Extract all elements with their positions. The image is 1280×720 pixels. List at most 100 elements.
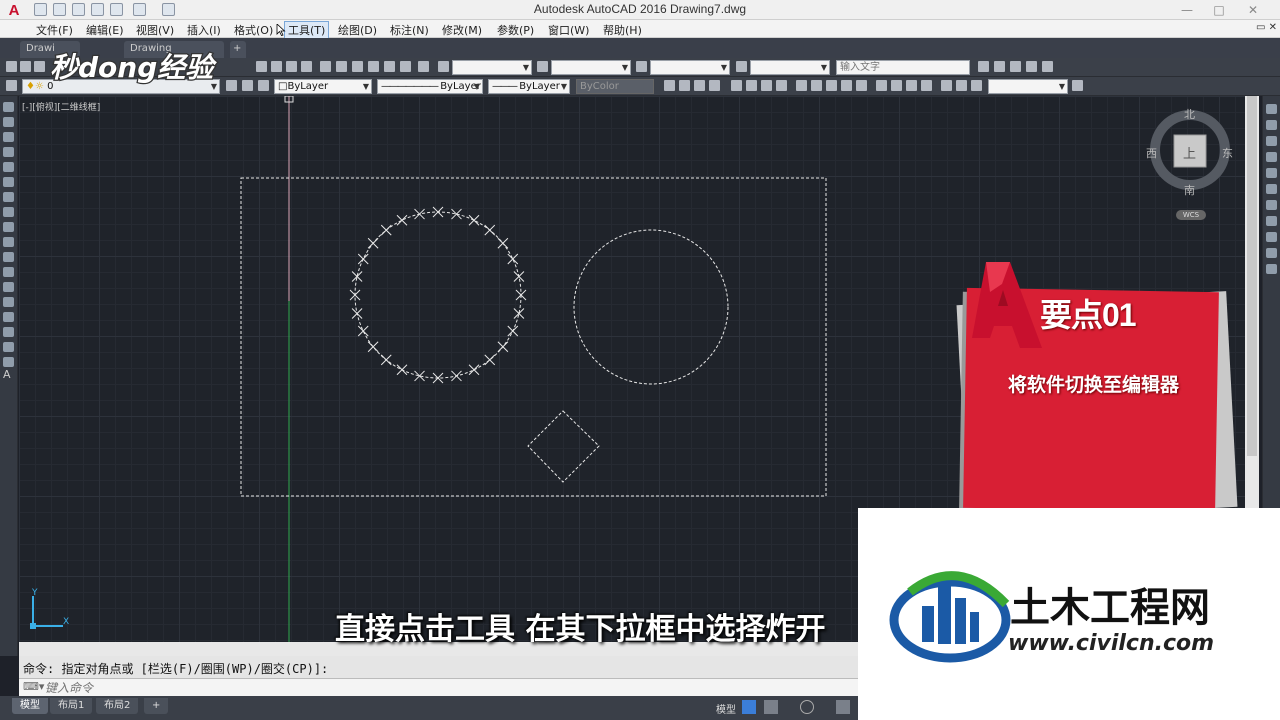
design-center-icon[interactable]: [336, 61, 347, 72]
model-space-button[interactable]: 模型: [716, 701, 736, 716]
command-prompt-icon[interactable]: ⌨▾: [23, 680, 44, 693]
dim-edit-icon[interactable]: [941, 80, 952, 91]
text-style-icon[interactable]: [438, 61, 449, 72]
help-icon[interactable]: [418, 61, 429, 72]
dim-ordinate-icon[interactable]: [709, 80, 720, 91]
layer-tool-icon[interactable]: [1042, 61, 1053, 72]
dim-arc-icon[interactable]: [694, 80, 705, 91]
scale-icon[interactable]: [1266, 216, 1277, 226]
dim-linear-icon[interactable]: [664, 80, 675, 91]
multileader-style-select[interactable]: ▼: [750, 60, 830, 75]
calculator-icon[interactable]: [400, 61, 411, 72]
polar-toggle-icon[interactable]: [800, 700, 814, 714]
dim-baseline-icon[interactable]: [811, 80, 822, 91]
command-input[interactable]: [45, 680, 845, 696]
dim-continue-icon[interactable]: [826, 80, 837, 91]
multiline-text-icon[interactable]: A: [3, 368, 11, 381]
add-layout-button[interactable]: +: [144, 698, 169, 714]
menu-format[interactable]: 格式(O): [234, 22, 273, 38]
viewcube-north[interactable]: 北: [1184, 106, 1195, 122]
new-icon[interactable]: [6, 61, 17, 72]
menu-edit[interactable]: 编辑(E): [86, 22, 124, 38]
stretch-icon[interactable]: [1266, 232, 1277, 242]
properties-icon[interactable]: [320, 61, 331, 72]
search-input[interactable]: [836, 60, 970, 75]
array-icon[interactable]: [1266, 168, 1277, 178]
close-button[interactable]: ✕: [1240, 2, 1266, 18]
restore-doc-icon[interactable]: ▭ ✕: [1256, 22, 1277, 33]
mirror-icon[interactable]: [1266, 136, 1277, 146]
menu-parametric[interactable]: 参数(P): [497, 22, 534, 38]
minimize-button[interactable]: —: [1174, 2, 1200, 18]
dim-update-icon[interactable]: [971, 80, 982, 91]
layer-tool-icon[interactable]: [1026, 61, 1037, 72]
copy-icon[interactable]: [1266, 120, 1277, 130]
text-style-select[interactable]: ▼: [452, 60, 532, 75]
arc-icon[interactable]: [3, 177, 14, 187]
dim-space-icon[interactable]: [841, 80, 852, 91]
viewcube[interactable]: 北 南 东 西 上: [1146, 106, 1233, 197]
rectangle-icon[interactable]: [3, 162, 14, 172]
workspace-icon[interactable]: [978, 61, 989, 72]
linetype-select[interactable]: ——————— ByLayer ▼: [377, 79, 483, 94]
tab-layout2[interactable]: 布局2: [96, 698, 139, 714]
wcs-menu[interactable]: WCS: [1176, 210, 1206, 220]
polygon-icon[interactable]: [3, 147, 14, 157]
extend-icon[interactable]: [1266, 264, 1277, 274]
viewcube-east[interactable]: 东: [1222, 145, 1233, 161]
inspect-icon[interactable]: [906, 80, 917, 91]
polyline-icon[interactable]: [3, 132, 14, 142]
dim-diameter-icon[interactable]: [761, 80, 772, 91]
table-style-icon[interactable]: [636, 61, 647, 72]
make-block-icon[interactable]: [3, 282, 14, 292]
quick-dim-icon[interactable]: [796, 80, 807, 91]
region-icon[interactable]: [3, 342, 14, 352]
circle-icon[interactable]: [3, 192, 14, 202]
tolerance-icon[interactable]: [876, 80, 887, 91]
layer-state-icon[interactable]: [258, 80, 269, 91]
rotate-icon[interactable]: [1266, 200, 1277, 210]
markup-icon[interactable]: [384, 61, 395, 72]
line-tool-icon[interactable]: [3, 102, 14, 112]
menu-window[interactable]: 窗口(W): [548, 22, 589, 38]
insert-block-icon[interactable]: [3, 267, 14, 277]
osnap-toggle-icon[interactable]: [836, 700, 850, 714]
move-icon[interactable]: [1266, 184, 1277, 194]
zoom-realtime-icon[interactable]: [271, 61, 282, 72]
snap-toggle-icon[interactable]: [764, 700, 778, 714]
dim-style-icon[interactable]: [1072, 80, 1083, 91]
menu-tools[interactable]: 工具(T): [284, 21, 330, 39]
table-style-select[interactable]: ▼: [650, 60, 730, 75]
dim-style-select-2[interactable]: ▼: [988, 79, 1068, 94]
viewcube-west[interactable]: 西: [1146, 145, 1157, 161]
menu-insert[interactable]: 插入(I): [187, 22, 221, 38]
menu-view[interactable]: 视图(V): [136, 22, 174, 38]
erase-icon[interactable]: [1266, 104, 1277, 114]
layer-tool-icon[interactable]: [994, 61, 1005, 72]
spline-icon[interactable]: [3, 222, 14, 232]
offset-icon[interactable]: [1266, 152, 1277, 162]
menu-dimension[interactable]: 标注(N): [390, 22, 429, 38]
hatch-icon[interactable]: [3, 312, 14, 322]
multileader-style-icon[interactable]: [736, 61, 747, 72]
dim-angular-icon[interactable]: [776, 80, 787, 91]
dim-break-icon[interactable]: [856, 80, 867, 91]
dim-jogged-icon[interactable]: [746, 80, 757, 91]
menu-draw[interactable]: 绘图(D): [338, 22, 377, 38]
save-icon[interactable]: [34, 61, 45, 72]
ellipse-icon[interactable]: [3, 237, 14, 247]
point-icon[interactable]: [3, 297, 14, 307]
zoom-previous-icon[interactable]: [301, 61, 312, 72]
sheet-set-icon[interactable]: [368, 61, 379, 72]
viewcube-south[interactable]: 南: [1184, 182, 1195, 198]
viewport-controls[interactable]: [-][俯视][二维线框]: [22, 100, 100, 113]
menu-help[interactable]: 帮助(H): [603, 22, 642, 38]
dim-text-edit-icon[interactable]: [956, 80, 967, 91]
lineweight-select[interactable]: ——— ByLayer ▼: [488, 79, 570, 94]
plotstyle-select[interactable]: ByColor: [576, 79, 654, 94]
center-mark-icon[interactable]: [891, 80, 902, 91]
dim-style-icon[interactable]: [537, 61, 548, 72]
viewcube-top[interactable]: 上: [1183, 143, 1196, 162]
tool-palettes-icon[interactable]: [352, 61, 363, 72]
dim-aligned-icon[interactable]: [679, 80, 690, 91]
